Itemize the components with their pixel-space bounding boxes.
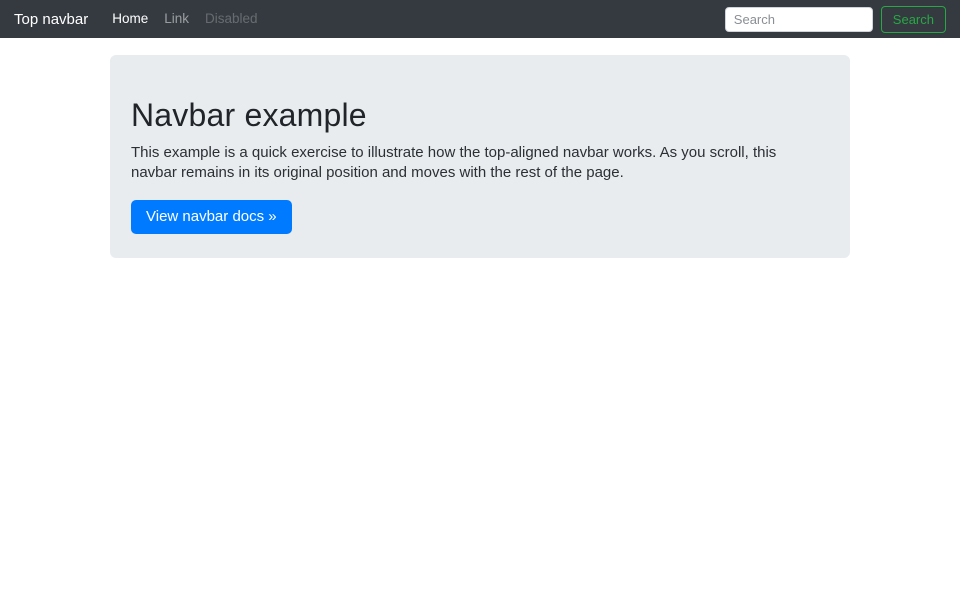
navbar-nav: Home Link Disabled (104, 10, 265, 28)
nav-item-link[interactable]: Link (156, 11, 197, 26)
nav-item-home[interactable]: Home (104, 11, 156, 26)
page-title: Navbar example (131, 97, 367, 133)
view-navbar-docs-button[interactable]: View navbar docs » (131, 200, 292, 234)
nav-item-disabled: Disabled (205, 11, 258, 26)
jumbotron: Navbar example This example is a quick e… (110, 55, 850, 258)
navbar-brand[interactable]: Top navbar (14, 11, 88, 28)
main-content: Navbar example This example is a quick e… (0, 38, 960, 258)
search-button[interactable]: Search (880, 5, 946, 33)
top-navbar: Top navbar Home Link Disabled Search (0, 0, 960, 38)
search-input[interactable] (724, 6, 873, 32)
jumbotron-description: This example is a quick exercise to illu… (131, 144, 777, 181)
